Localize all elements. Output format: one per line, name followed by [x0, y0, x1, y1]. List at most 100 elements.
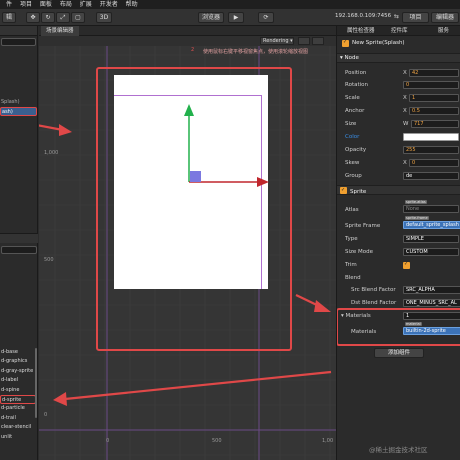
asset-item[interactable]: d-base: [0, 348, 36, 357]
asset-item[interactable]: d-graphics: [0, 357, 36, 366]
tree-item-splash-scene[interactable]: Splash): [0, 98, 37, 107]
size-mode-label: Size Mode: [345, 249, 374, 255]
src-blend-select[interactable]: SRC_ALPHA: [403, 286, 460, 294]
assets-scrollbar[interactable]: [35, 348, 37, 418]
type-label: Type: [345, 236, 358, 242]
menu-extension[interactable]: 扩展: [80, 0, 92, 9]
sprite-frame-field[interactable]: default_sprite_splash: [403, 221, 460, 229]
position-label: Position: [345, 70, 367, 76]
sprite-frame-type-badge: sprite-frame: [405, 216, 429, 220]
position-x-input[interactable]: 42: [409, 69, 459, 77]
group-label: Group: [345, 173, 362, 179]
rotation-label: Rotation: [345, 82, 369, 88]
size-mode-select[interactable]: CUSTOM: [403, 248, 459, 256]
axis-x-label: X: [403, 160, 407, 166]
axis-x-label: X: [403, 70, 407, 76]
inspector-tabs: 属性检查器 控件库 服务: [337, 26, 460, 36]
move-tool-button[interactable]: ✥: [26, 12, 40, 23]
asset-item-highlighted[interactable]: d-sprite: [0, 394, 36, 405]
rect-tool-button[interactable]: ▢: [71, 12, 85, 23]
section-sprite[interactable]: Sprite: [337, 185, 460, 195]
tab-services[interactable]: 服务: [438, 26, 449, 36]
dst-blend-label: Dst Blend Factor: [351, 300, 397, 306]
mode-3d-button[interactable]: 3D: [96, 12, 112, 23]
left-panel: Splash) ash) d-base d-graphics d-gray-sp…: [0, 26, 38, 460]
refresh-icon: ⟳: [263, 14, 269, 21]
scene-editor[interactable]: 场景编辑器 Rendering ▾ 2 使用鼠标右键平移视窗焦点，使用滚轮缩放视…: [39, 26, 336, 460]
skew-x-input[interactable]: 0: [409, 159, 459, 167]
asset-item[interactable]: d-particle: [0, 404, 36, 413]
atlas-field[interactable]: None: [403, 205, 459, 213]
sprite-frame-label: Sprite Frame: [345, 223, 381, 229]
menu-layout[interactable]: 布局: [60, 0, 72, 9]
toolbar: 辑 ✥ ↻ ⤢ ▢ 3D 浏览器 ▶ ⟳ 192.168.0.109:7456 …: [0, 9, 460, 26]
scale-x-input[interactable]: 1: [409, 94, 459, 102]
anchor-label: Anchor: [345, 108, 365, 114]
annotation-box-materials: [337, 308, 460, 346]
group-select[interactable]: de: [403, 172, 459, 180]
editor-button[interactable]: 编辑器: [431, 12, 459, 23]
assets-search-input[interactable]: [1, 246, 37, 254]
sprite-enabled-checkbox[interactable]: [340, 186, 347, 195]
tree-item-new-sprite-selected[interactable]: ash): [0, 107, 37, 116]
node-name-label: New Sprite(Splash): [352, 40, 405, 46]
size-w-input[interactable]: 717: [411, 120, 459, 128]
asset-item[interactable]: clear-stencil: [0, 423, 36, 432]
arrow-right-icon: [59, 124, 72, 136]
opacity-input[interactable]: 255: [403, 146, 459, 154]
menu-panel[interactable]: 面板: [40, 0, 52, 9]
menu-developer[interactable]: 开发者: [100, 0, 118, 9]
scale-tool-button[interactable]: ⤢: [56, 12, 70, 23]
size-label: Size: [345, 121, 357, 127]
skew-label: Skew: [345, 160, 360, 166]
hierarchy-header: [0, 26, 37, 36]
arrow-left-icon: [53, 392, 67, 406]
asset-item[interactable]: d-trail: [0, 414, 36, 423]
type-select[interactable]: SIMPLE: [403, 235, 459, 243]
play-button[interactable]: ▶: [228, 12, 244, 23]
assets-header: [0, 233, 38, 243]
trim-checkbox[interactable]: [403, 261, 410, 269]
menu-bar: 件 项目 面板 布局 扩展 开发者 帮助: [0, 0, 460, 9]
menu-help[interactable]: 帮助: [126, 0, 138, 9]
anchor-x-input[interactable]: 0.5: [409, 107, 459, 115]
asset-item[interactable]: d-gray-sprite: [0, 367, 36, 376]
add-component-button[interactable]: 添加组件: [374, 348, 424, 358]
opacity-label: Opacity: [345, 147, 367, 153]
rotation-input[interactable]: 0: [403, 81, 459, 89]
axis-w-label: W: [403, 121, 409, 127]
wifi-icon: ⇆: [394, 13, 400, 20]
atlas-label: Atlas: [345, 207, 359, 213]
scale-label: Scale: [345, 95, 360, 101]
asset-item[interactable]: d-spine: [0, 386, 36, 395]
axis-x-label: X: [403, 95, 407, 101]
inspector-panel: 属性检查器 控件库 服务 New Sprite(Splash) ▾ Node P…: [336, 26, 460, 460]
section-node[interactable]: ▾ Node: [337, 53, 460, 63]
annotation-arrows: [39, 124, 332, 406]
asset-item[interactable]: d-label: [0, 376, 36, 385]
hierarchy-search-input[interactable]: [1, 38, 36, 46]
preview-ip-address: 192.168.0.109:7456: [335, 13, 392, 19]
tab-widgets[interactable]: 控件库: [391, 26, 408, 36]
preview-platform-select[interactable]: 浏览器: [198, 12, 224, 23]
color-label: Color: [345, 134, 360, 140]
project-button[interactable]: 项目: [402, 12, 429, 23]
color-swatch[interactable]: [403, 133, 459, 141]
menu-file[interactable]: 件: [6, 0, 12, 9]
tab-inspector[interactable]: 属性检查器: [347, 26, 375, 36]
blend-label: Blend: [345, 275, 361, 281]
atlas-type-badge: sprite-atlas: [405, 200, 427, 204]
watermark: @稀土掘金技术社区: [369, 446, 428, 454]
refresh-button[interactable]: ⟳: [258, 12, 274, 23]
trim-label: Trim: [345, 262, 357, 268]
menu-project[interactable]: 项目: [20, 0, 32, 9]
toolbar-left-button[interactable]: 辑: [2, 12, 16, 23]
dst-blend-select[interactable]: ONE_MINUS_SRC_AL: [403, 299, 460, 307]
play-icon: ▶: [233, 14, 239, 21]
node-active-checkbox[interactable]: [342, 39, 349, 47]
assets-list: d-base d-graphics d-gray-sprite d-label …: [0, 348, 36, 442]
src-blend-label: Src Blend Factor: [351, 287, 396, 293]
rotate-tool-button[interactable]: ↻: [41, 12, 55, 23]
asset-item[interactable]: unlit: [0, 433, 36, 442]
axis-x-label: X: [403, 108, 407, 114]
